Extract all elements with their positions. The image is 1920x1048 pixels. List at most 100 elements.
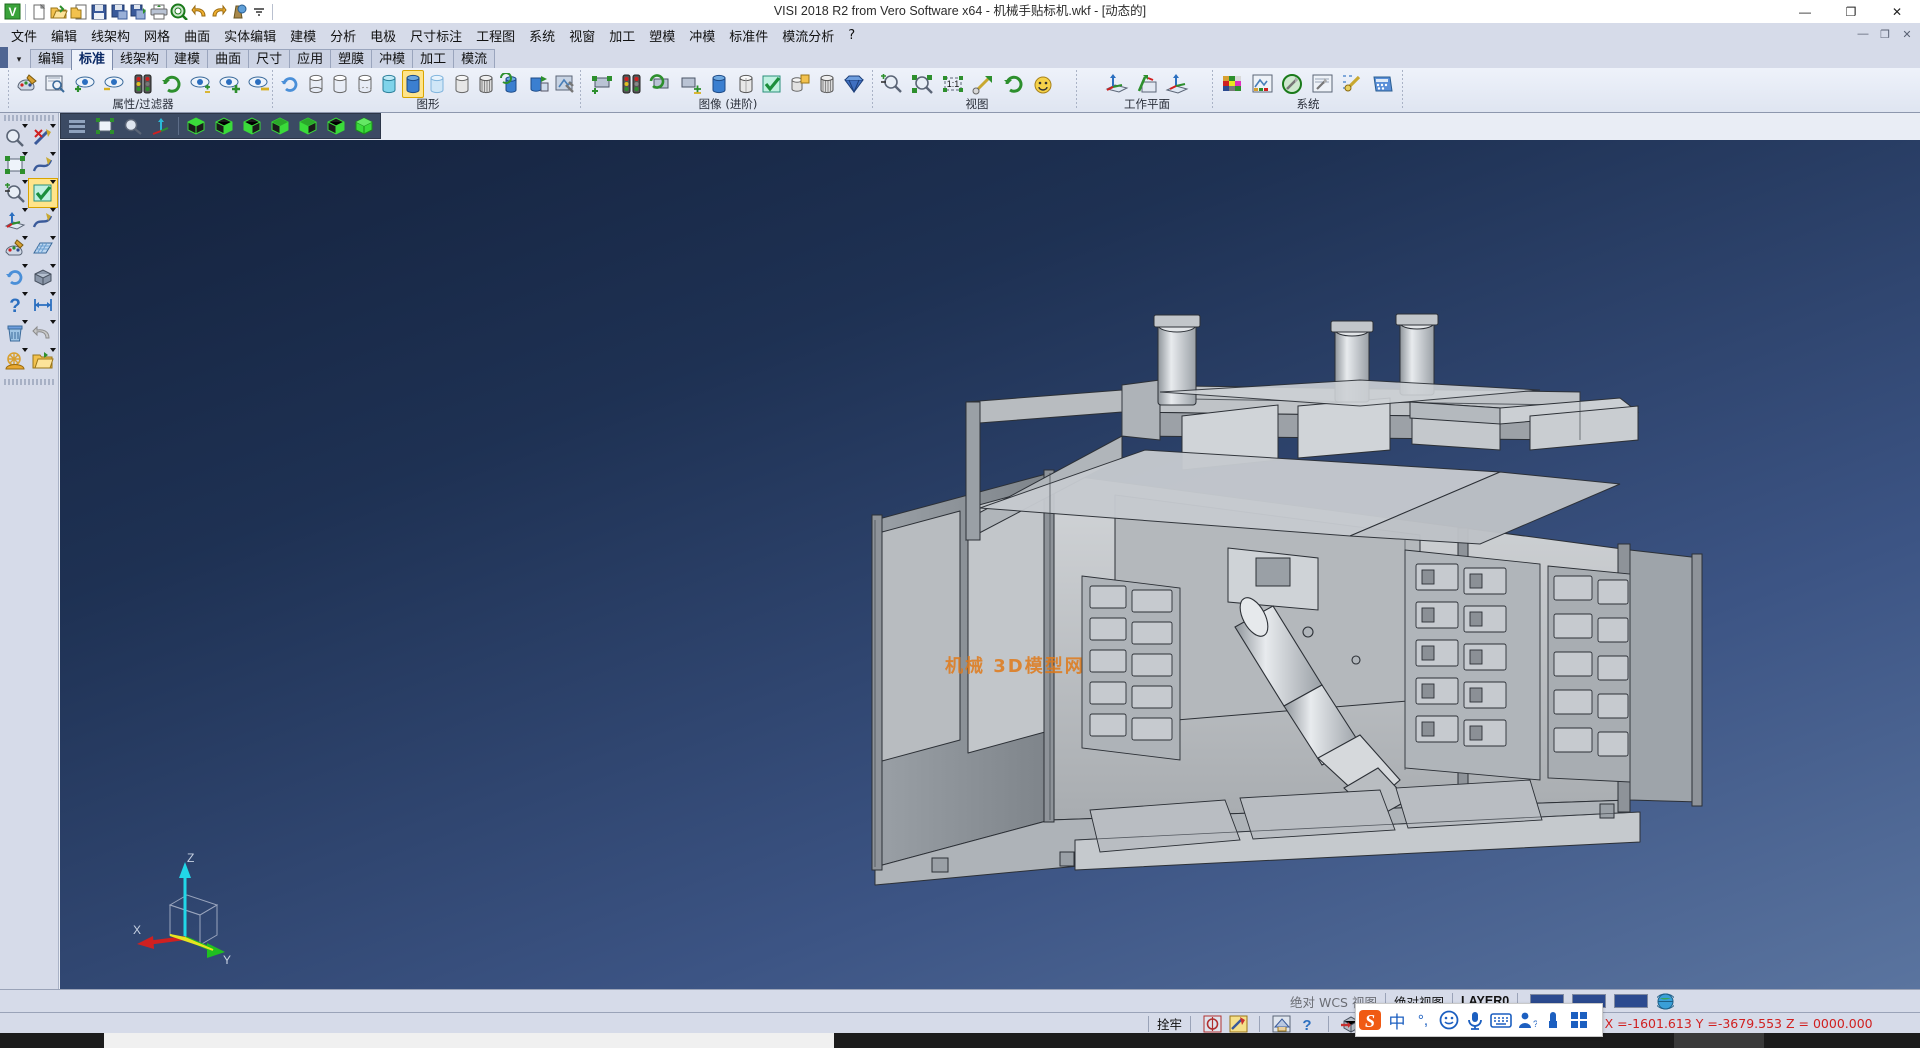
refresh-view-icon[interactable]	[159, 70, 186, 98]
dynamic-shade-icon[interactable]	[499, 70, 525, 98]
mdi-minimize-button[interactable]: —	[1852, 25, 1874, 43]
fit-window-icon[interactable]	[1, 151, 29, 179]
gem-render-icon[interactable]	[841, 70, 867, 98]
zoom-in-icon[interactable]	[879, 70, 907, 98]
taskbar-search-field[interactable]	[104, 1033, 834, 1048]
menu-item-electrode[interactable]: 电极	[363, 23, 403, 48]
add-to-view-icon[interactable]	[589, 70, 617, 98]
globe-icon[interactable]	[1654, 991, 1676, 1011]
maximize-button[interactable]: ❐	[1828, 0, 1874, 23]
menu-item-mesh[interactable]: 网格	[137, 23, 177, 48]
tab-edit[interactable]: 编辑	[30, 49, 72, 70]
view-iso2-icon[interactable]	[295, 115, 321, 137]
view-shaded-icon[interactable]	[351, 115, 377, 137]
toggle-shade-icon[interactable]	[677, 70, 705, 98]
sidebar-drag-handle[interactable]	[4, 115, 54, 121]
menu-item-edit[interactable]: 编辑	[44, 23, 84, 48]
define-work-plane-icon[interactable]	[1103, 70, 1131, 98]
refresh-shade-icon[interactable]	[647, 70, 675, 98]
transparent-icon[interactable]	[426, 70, 448, 98]
axis-view-icon[interactable]	[148, 115, 174, 137]
minimize-button[interactable]: —	[1782, 0, 1828, 23]
mesh-icon[interactable]	[475, 70, 497, 98]
tab-machining[interactable]: 加工	[412, 49, 454, 70]
hidden-line-dashed-icon[interactable]	[354, 70, 376, 98]
menu-item-machining[interactable]: 加工	[602, 23, 642, 48]
solid-shade-icon[interactable]	[29, 263, 57, 291]
menu-item-window[interactable]: 视窗	[562, 23, 602, 48]
verify-icon[interactable]	[760, 70, 785, 98]
snap-intersection-icon[interactable]	[1270, 1014, 1292, 1034]
edit-entity-icon[interactable]	[29, 207, 57, 235]
mdi-close-button[interactable]: ✕	[1896, 25, 1918, 43]
pan-icon[interactable]	[969, 70, 997, 98]
hide-all-icon[interactable]	[246, 70, 273, 98]
display-settings-icon[interactable]	[1249, 70, 1277, 98]
taskbar-clock[interactable]	[1768, 1033, 1920, 1048]
tab-application[interactable]: 应用	[289, 49, 331, 70]
hide-element-icon[interactable]	[100, 70, 127, 98]
color-attributes-icon[interactable]	[1, 235, 29, 263]
construct-tool-icon[interactable]	[29, 123, 57, 151]
tab-press[interactable]: 冲模	[371, 49, 413, 70]
measure-icon[interactable]	[29, 291, 57, 319]
menu-item-dimension[interactable]: 尺寸标注	[403, 23, 469, 48]
menu-item-wireframe[interactable]: 线架构	[84, 23, 137, 48]
zoom-tool-icon[interactable]	[1, 123, 29, 151]
snap-grid-icon[interactable]	[1201, 1014, 1223, 1034]
menu-item-help[interactable]: ?	[841, 25, 862, 46]
zoom-1-1-icon[interactable]: 1:1	[939, 70, 967, 98]
ime-punctuation[interactable]: °,	[1410, 1007, 1436, 1033]
grid-plane-icon[interactable]	[29, 235, 57, 263]
close-button[interactable]: ✕	[1874, 0, 1920, 23]
ribbon-dropdown-icon[interactable]: ▾	[8, 49, 30, 70]
check-select-icon[interactable]	[29, 179, 57, 207]
tab-dimension[interactable]: 尺寸	[248, 49, 290, 70]
fit-view-icon[interactable]	[92, 115, 118, 137]
configuration-icon[interactable]	[1279, 70, 1307, 98]
rotate-view-icon[interactable]	[999, 70, 1027, 98]
ime-user-icon[interactable]: ?	[1514, 1007, 1540, 1033]
menu-item-flow-analysis[interactable]: 模流分析	[775, 23, 841, 48]
menu-item-progress[interactable]: 冲模	[682, 23, 722, 48]
preferences-icon[interactable]	[1309, 70, 1337, 98]
ime-keyboard-icon[interactable]	[1488, 1007, 1514, 1033]
work-plane-icon[interactable]	[1, 207, 29, 235]
mdi-restore-button[interactable]: ❐	[1874, 25, 1896, 43]
view-iso1-icon[interactable]	[267, 115, 293, 137]
attribute-filter-icon[interactable]	[42, 70, 69, 98]
color-palette-icon[interactable]	[1219, 70, 1247, 98]
tab-wireframe[interactable]: 线架构	[112, 49, 167, 70]
curve-tool-icon[interactable]	[29, 151, 57, 179]
menu-item-surface[interactable]: 曲面	[177, 23, 217, 48]
shade-grey-icon[interactable]	[734, 70, 759, 98]
zoom-plus-icon[interactable]	[1, 179, 29, 207]
cad-model-3d[interactable]	[60, 140, 1920, 989]
tab-modeling[interactable]: 建模	[166, 49, 208, 70]
menu-item-file[interactable]: 文件	[4, 23, 44, 48]
shade-blue-icon[interactable]	[707, 70, 732, 98]
view-right-icon[interactable]	[239, 115, 265, 137]
menu-item-system[interactable]: 系统	[522, 23, 562, 48]
toggle-visibility-icon[interactable]	[188, 70, 215, 98]
menu-item-mould[interactable]: 塑模	[642, 23, 682, 48]
menu-item-modeling[interactable]: 建模	[283, 23, 323, 48]
sogou-logo-icon[interactable]: S	[1358, 1007, 1384, 1033]
zoom-view-icon[interactable]	[120, 115, 146, 137]
mesh-shade-icon[interactable]	[815, 70, 840, 98]
render-settings-icon[interactable]	[553, 70, 577, 98]
sogou-input-method-bar[interactable]: S 中 °, ?	[1355, 1003, 1603, 1037]
show-element-icon[interactable]	[71, 70, 98, 98]
layer-manager-icon[interactable]	[129, 70, 156, 98]
ime-tools-icon[interactable]	[1540, 1007, 1566, 1033]
view-top-icon[interactable]	[183, 115, 209, 137]
flat-shade-icon[interactable]	[451, 70, 473, 98]
ime-menu-icon[interactable]	[1566, 1007, 1592, 1033]
view-list-icon[interactable]	[64, 115, 90, 137]
tab-mould[interactable]: 塑膜	[330, 49, 372, 70]
ime-voice-icon[interactable]	[1462, 1007, 1488, 1033]
cad-viewport[interactable]: 机械 3D模型网 Z X Y	[60, 140, 1920, 989]
status-color-swatch-3[interactable]	[1614, 994, 1648, 1008]
menu-item-analysis[interactable]: 分析	[323, 23, 363, 48]
shaded-icon[interactable]	[402, 70, 424, 98]
